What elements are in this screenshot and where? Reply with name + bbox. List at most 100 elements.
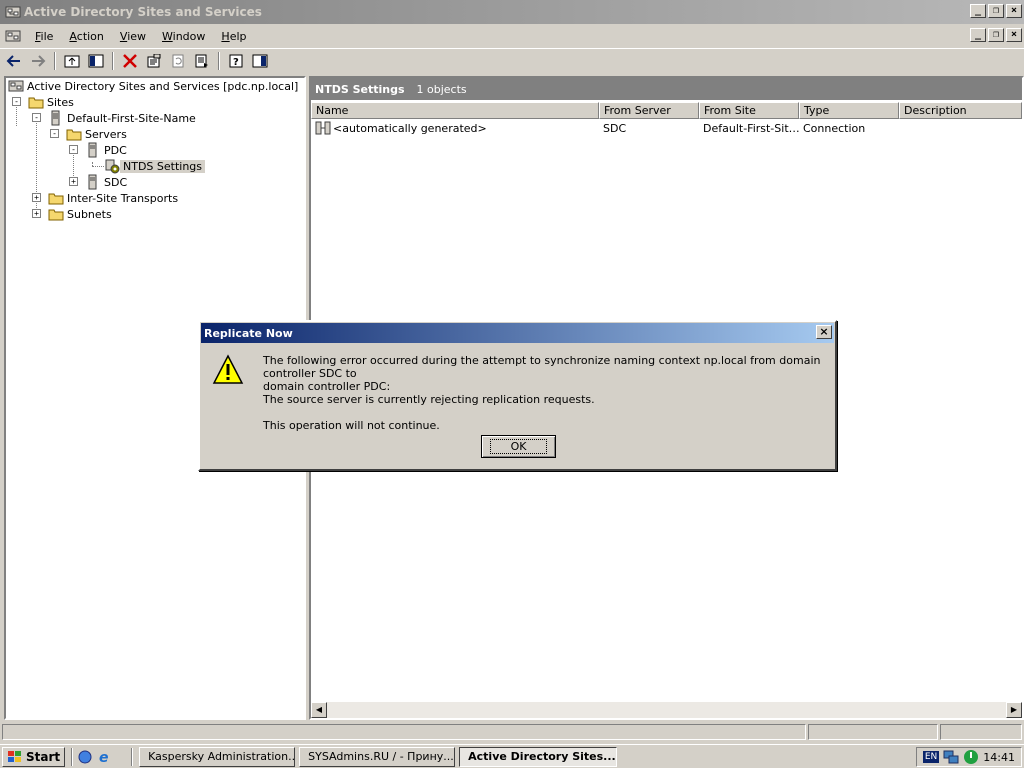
column-name[interactable]: Name [311,102,599,119]
details-header: NTDS Settings 1 objects [311,78,1022,100]
refresh-button[interactable] [168,52,188,70]
tree-node-root[interactable]: Active Directory Sites and Services [pdc… [8,78,301,94]
menu-action[interactable]: Action [61,30,111,43]
back-button[interactable] [4,52,24,70]
menu-window[interactable]: Window [154,30,213,43]
task-label: Kaspersky Administration... [148,750,296,763]
ntds-settings-icon [105,159,120,174]
delete-button[interactable] [120,52,140,70]
menu-file[interactable]: File [27,30,61,43]
message-line: The following error occurred during the … [263,354,821,380]
start-label: Start [26,749,61,764]
window-title: Active Directory Sites and Services [24,5,262,19]
object-count: 1 objects [416,82,467,96]
mdi-close-button[interactable]: × [1006,28,1022,42]
message-line: This operation will not continue. [263,419,440,432]
toolbar-separator [54,51,56,70]
scroll-left-button[interactable]: ◀ [311,702,327,718]
folder-icon [48,193,64,205]
scroll-track[interactable] [327,702,1006,718]
forward-arrow-icon [32,54,46,67]
tree-node-pdc[interactable]: - PDC [69,142,130,158]
tree-node-subnets[interactable]: + Subnets [32,206,115,222]
row-name: <automatically generated> [333,121,487,135]
taskbar-separator [131,747,134,766]
collapse-toggle[interactable]: - [69,145,78,154]
start-button[interactable]: Start [2,746,66,767]
tree-node-inter-site-transports[interactable]: + Inter-Site Transports [32,190,181,206]
dialog-close-button[interactable]: × [816,325,832,339]
horizontal-scrollbar[interactable]: ◀ ▶ [311,702,1022,718]
help-button[interactable]: ? [226,52,246,70]
menubar: File Action View Window Help [0,26,1024,46]
menu-help[interactable]: Help [213,30,254,43]
expand-toggle[interactable]: + [69,177,78,186]
status-cell [808,724,938,740]
connection-icon [315,121,331,135]
column-description[interactable]: Description [899,102,1022,119]
dialog-title: Replicate Now [204,326,293,340]
tree-node-sdc[interactable]: + SDC [69,174,130,190]
details-title: NTDS Settings [315,82,405,96]
column-header: Name From Server From Site Type Descript… [311,102,1022,119]
collapse-toggle[interactable]: - [12,97,21,106]
column-from-site[interactable]: From Site [699,102,799,119]
export-list-button[interactable] [192,52,212,70]
system-tray: EN 14:41 [915,747,1022,767]
tree-node-sites[interactable]: - Sites [12,94,77,110]
quicklaunch-desktop[interactable] [75,748,95,766]
up-level-button[interactable] [62,52,82,70]
task-ad-sites[interactable]: Active Directory Sites... [459,746,618,767]
console-icon[interactable] [5,28,21,44]
task-sysadmins[interactable]: e SYSAdmins.RU / - Прину... [299,746,456,767]
tree-label: PDC [104,143,127,157]
expand-toggle[interactable]: + [32,209,41,218]
task-label: Active Directory Sites... [468,750,616,763]
close-button[interactable]: × [1006,4,1022,18]
status-cell [2,724,806,740]
tree-node-default-site[interactable]: - Default-First-Site-Name [32,110,199,126]
replicate-now-dialog[interactable]: Replicate Now × The following error occu… [198,320,837,471]
scroll-right-button[interactable]: ▶ [1006,702,1022,718]
quicklaunch-ie[interactable]: e [95,748,115,766]
language-indicator[interactable]: EN [922,751,940,763]
status-cell [940,724,1022,740]
tree-label: Active Directory Sites and Services [pdc… [27,79,299,93]
column-from-server[interactable]: From Server [599,102,699,119]
collapse-toggle[interactable]: - [32,113,41,122]
svg-text:?: ? [233,57,239,68]
properties-icon [147,53,161,67]
show-hide-tree-button[interactable] [86,52,106,70]
tree-label: Default-First-Site-Name [67,111,196,125]
column-type[interactable]: Type [799,102,899,119]
delete-x-icon [123,53,137,68]
expand-toggle[interactable]: + [32,193,41,202]
network-icon[interactable] [943,749,959,765]
dialog-titlebar[interactable]: Replicate Now × [201,323,834,343]
site-icon [51,110,60,126]
tree-node-servers[interactable]: - Servers [50,126,130,142]
mdi-restore-button[interactable]: ❐ [988,28,1004,42]
task-label: SYSAdmins.RU / - Прину... [308,750,454,763]
ad-sites-app-icon [5,6,21,18]
antivirus-tray-icon[interactable] [963,749,979,765]
clock[interactable]: 14:41 [983,751,1015,764]
menu-view[interactable]: View [112,30,154,43]
task-kaspersky[interactable]: Kaspersky Administration... [139,746,296,767]
table-row[interactable]: <automatically generated> SDC Default-Fi… [311,120,1022,136]
mdi-minimize-button[interactable]: _ [970,28,986,42]
svg-text:e: e [99,750,109,765]
properties-button[interactable] [144,52,164,70]
status-bar [0,722,1024,742]
row-from-server: SDC [603,121,627,135]
tree-node-ntds-settings[interactable]: NTDS Settings [104,158,206,174]
show-hide-action-pane-button[interactable] [250,52,270,70]
ok-button[interactable]: OK [481,435,556,458]
tree-connector [92,166,104,167]
minimize-button[interactable]: _ [970,4,986,18]
window-titlebar[interactable]: Active Directory Sites and Services _ ❐ … [0,0,1024,24]
taskbar: Start e Kaspersky Administration... e SY… [0,744,1024,768]
collapse-toggle[interactable]: - [50,129,59,138]
forward-button[interactable] [28,52,48,70]
restore-button[interactable]: ❐ [988,4,1004,18]
